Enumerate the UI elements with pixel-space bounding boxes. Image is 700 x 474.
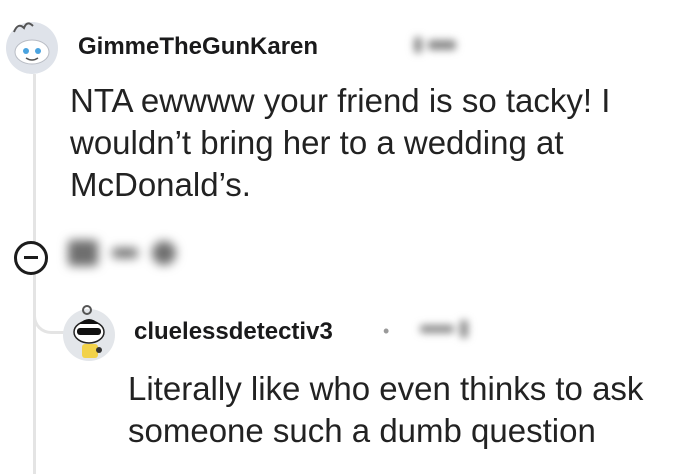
blurred-metadata: [420, 320, 474, 338]
snoo-avatar-icon[interactable]: [4, 14, 60, 74]
collapse-minus-icon[interactable]: [14, 241, 48, 275]
comment-body: Literally like who even thinks to ask so…: [128, 370, 644, 449]
comment-author[interactable]: cluelessdetectiv3: [134, 318, 333, 346]
comment-author[interactable]: GimmeTheGunKaren: [78, 33, 318, 61]
snoo-detective-avatar-icon[interactable]: [60, 302, 118, 362]
comment-body: NTA ewwww your friend is so tacky! I wou…: [70, 82, 611, 203]
blurred-metadata: [414, 36, 462, 54]
blurred-actions: [68, 240, 190, 266]
separator-dot: •: [383, 321, 390, 341]
